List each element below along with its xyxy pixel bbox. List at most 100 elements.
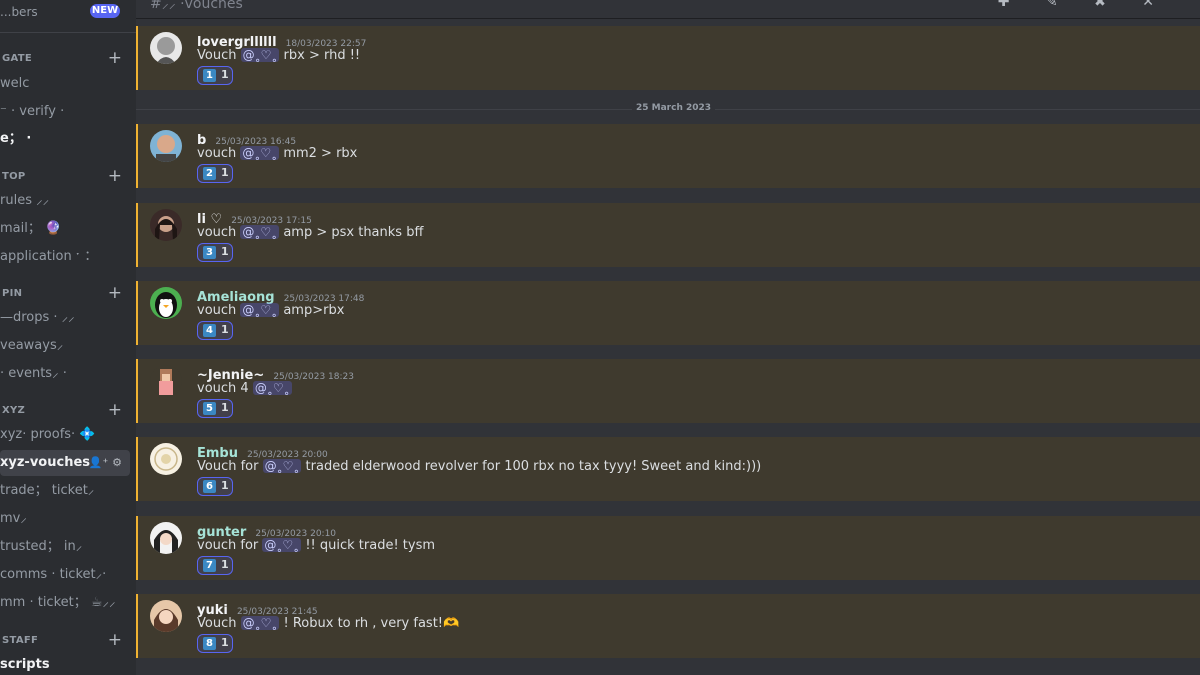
user-mention[interactable]: @˳♡˳: [240, 146, 280, 160]
user-mention[interactable]: @˳♡˳: [240, 616, 280, 630]
message[interactable]: li ♡ 25/03/2023 17:15 vouch @˳♡˳ amp > p…: [136, 203, 1200, 267]
channel-verify[interactable]: ⁻ · verify ·: [0, 99, 130, 125]
message-prefix: vouch: [197, 225, 237, 240]
channel-application[interactable]: application ˑ ：: [0, 244, 130, 270]
channel-mail[interactable]: mail； 🔮: [0, 216, 130, 242]
avatar-image: [150, 287, 182, 319]
message-text: traded elderwood revolver for 100 rbx no…: [305, 459, 762, 474]
user-mention[interactable]: @˳♡˳: [240, 48, 280, 62]
channel-trusted[interactable]: trusted； in⸝: [0, 534, 130, 560]
avatar[interactable]: [150, 522, 182, 554]
message-text: mm2 > rbx: [283, 146, 358, 161]
reaction-count: 1: [221, 245, 229, 258]
channel-label: e； ·: [0, 131, 32, 146]
channel-trade-ticket[interactable]: trade； ticket⸝: [0, 478, 130, 504]
invite-and-settings-icon[interactable]: 👤⁺ ⚙: [89, 450, 122, 476]
message[interactable]: lovergrllllll 18/03/2023 22:57 Vouch @˳♡…: [136, 26, 1200, 90]
reaction-button[interactable]: 7 1: [197, 556, 233, 575]
message[interactable]: gunter 25/03/2023 20:10 vouch for @˳♡˳ !…: [136, 516, 1200, 580]
add-channel-icon[interactable]: +: [108, 400, 122, 420]
reaction-button[interactable]: 2 1: [197, 164, 233, 183]
category-label: PIN: [2, 288, 23, 299]
channel-mm-ticket[interactable]: mm · ticket； ☕⸝⸝: [0, 590, 130, 616]
keycap-emoji: 2: [203, 167, 216, 180]
reaction-button[interactable]: 5 1: [197, 399, 233, 418]
channel-events[interactable]: · events⸝ ·: [0, 361, 130, 387]
user-mention[interactable]: @˳♡˳: [240, 225, 280, 239]
user-mention[interactable]: @˳♡˳: [240, 303, 280, 317]
category-label: GATE: [2, 53, 33, 64]
keycap-emoji: 5: [203, 402, 216, 415]
avatar[interactable]: [150, 365, 182, 397]
channel-scripts[interactable]: scripts: [0, 652, 130, 675]
channel-mv[interactable]: mv⸝: [0, 506, 130, 532]
category-xyz[interactable]: XYZ +: [0, 400, 136, 420]
channel-label: · events⸝ ·: [0, 366, 67, 381]
reaction-count: 1: [221, 558, 229, 571]
message[interactable]: Embu 25/03/2023 20:00 Vouch for @˳♡˳ tra…: [136, 437, 1200, 501]
reaction-button[interactable]: 1 1: [197, 66, 233, 85]
user-mention[interactable]: @˳♡˳: [252, 381, 292, 395]
sidebar-top-item[interactable]: ...bers NEW: [0, 0, 136, 22]
avatar[interactable]: [150, 287, 182, 319]
channel-proofs[interactable]: xyz· proofs· 💠: [0, 422, 130, 448]
keycap-emoji: 3: [203, 246, 216, 259]
category-pin[interactable]: PIN +: [0, 283, 136, 303]
message-prefix: vouch for: [197, 538, 259, 553]
reaction-button[interactable]: 6 1: [197, 477, 233, 496]
message[interactable]: yuki 25/03/2023 21:45 Vouch @˳♡˳ ! Robux…: [136, 594, 1200, 658]
channel-label: —drops · ⸝⸝: [0, 310, 75, 325]
message-content: vouch 4 @˳♡˳: [197, 381, 292, 396]
avatar[interactable]: [150, 209, 182, 241]
message-text: ! Robux to rh , very fast!🫶: [283, 616, 460, 631]
category-top[interactable]: TOP +: [0, 166, 136, 186]
channel-rules[interactable]: rules ⸝⸝: [0, 188, 130, 214]
avatar-image: [150, 600, 182, 632]
message-prefix: Vouch for: [197, 459, 259, 474]
avatar[interactable]: [150, 600, 182, 632]
user-mention[interactable]: @˳♡˳: [262, 538, 302, 552]
header-toolbar-icons[interactable]: ✚ ✎ ✖ ✕: [998, 0, 1170, 10]
add-channel-icon[interactable]: +: [108, 48, 122, 68]
keycap-emoji: 7: [203, 559, 216, 572]
message-prefix: vouch 4: [197, 381, 249, 396]
channel-giveaways[interactable]: veaways⸝: [0, 333, 130, 359]
message[interactable]: b 25/03/2023 16:45 vouch @˳♡˳ mm2 > rbx …: [136, 124, 1200, 188]
message-content: vouch @˳♡˳ amp > psx thanks bff: [197, 225, 423, 240]
avatar-image: [150, 209, 182, 241]
add-channel-icon[interactable]: +: [108, 283, 122, 303]
message-area: #⸝⸝ ·vouches ✚ ✎ ✖ ✕ lovergrllllll 18/03…: [136, 0, 1200, 675]
category-staff[interactable]: STAFF +: [0, 630, 136, 650]
message-content: Vouch @˳♡˳ ! Robux to rh , very fast!🫶: [197, 616, 459, 631]
add-channel-icon[interactable]: +: [108, 166, 122, 186]
channel-welc[interactable]: welc: [0, 71, 130, 97]
avatar[interactable]: [150, 443, 182, 475]
message[interactable]: Ameliaong 25/03/2023 17:48 vouch @˳♡˳ am…: [136, 281, 1200, 345]
user-mention[interactable]: @˳♡˳: [262, 459, 302, 473]
avatar[interactable]: [150, 130, 182, 162]
channel-label: veaways⸝: [0, 338, 64, 353]
channel-label: xyz· proofs· 💠: [0, 427, 96, 442]
message-text: amp > psx thanks bff: [283, 225, 424, 240]
avatar-image: [150, 32, 182, 64]
avatar-image: [150, 365, 182, 397]
channel-xyz-vouches[interactable]: xyz-vouches 👤⁺ ⚙: [0, 450, 130, 476]
date-divider: 25 March 2023: [632, 103, 716, 113]
channel-label: mail； 🔮: [0, 221, 62, 236]
message-text: amp>rbx: [283, 303, 345, 318]
reaction-count: 1: [221, 166, 229, 179]
reaction-button[interactable]: 4 1: [197, 321, 233, 340]
message[interactable]: ~Jennie~ 25/03/2023 18:23 vouch 4 @˳♡˳ 5…: [136, 359, 1200, 423]
reaction-button[interactable]: 8 1: [197, 634, 233, 653]
channel-e[interactable]: e； ·: [0, 126, 130, 152]
add-channel-icon[interactable]: +: [108, 630, 122, 650]
reaction-count: 1: [221, 401, 229, 414]
category-gate[interactable]: GATE +: [0, 48, 136, 68]
reaction-button[interactable]: 3 1: [197, 243, 233, 262]
message-content: vouch for @˳♡˳ !! quick trade! tysm: [197, 538, 435, 553]
channel-comms-ticket[interactable]: comms · ticket⸝·: [0, 562, 130, 588]
keycap-emoji: 8: [203, 637, 216, 650]
channel-header: #⸝⸝ ·vouches ✚ ✎ ✖ ✕: [136, 0, 1200, 19]
channel-drops[interactable]: —drops · ⸝⸝: [0, 305, 130, 331]
avatar[interactable]: [150, 32, 182, 64]
